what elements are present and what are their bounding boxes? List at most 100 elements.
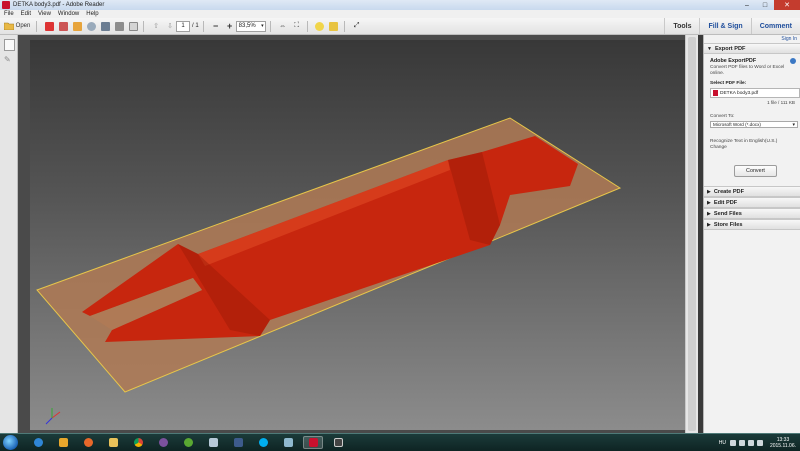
menu-help[interactable]: Help: [86, 11, 98, 17]
media-player-icon: [58, 438, 68, 447]
system-tray: HU 13:33 2015.11.06.: [719, 435, 796, 450]
flag-icon[interactable]: [756, 439, 763, 446]
language-indicator[interactable]: HU: [719, 440, 726, 446]
send-files-header[interactable]: ▶ Send Files: [704, 208, 800, 219]
highlighter-icon: [329, 21, 339, 31]
skype-icon: [258, 438, 268, 447]
close-button[interactable]: ✕: [774, 0, 800, 10]
window-controls: – □ ✕: [738, 0, 800, 10]
folder-icon: [108, 438, 118, 447]
edit-pdf-header[interactable]: ▶ Edit PDF: [704, 197, 800, 208]
taskbar-save-app[interactable]: [228, 436, 248, 449]
fit-width-icon: ⇔: [279, 22, 287, 30]
save-button[interactable]: [99, 20, 111, 32]
triangle-right-icon: ▶: [707, 210, 711, 217]
convert-button[interactable]: Convert: [734, 165, 777, 177]
vertical-scrollbar[interactable]: [685, 35, 698, 433]
document-page[interactable]: [30, 40, 685, 430]
store-files-header[interactable]: ▶ Store Files: [704, 219, 800, 230]
up-arrow-icon: ⇧: [153, 23, 159, 30]
down-arrow-icon: ⇩: [167, 23, 173, 30]
fit-width-button[interactable]: ⇔: [277, 20, 289, 32]
viber-icon: [158, 438, 168, 447]
combine-button[interactable]: [57, 20, 69, 32]
create-pdf-header[interactable]: ▶ Create PDF: [704, 186, 800, 197]
taskbar-camera[interactable]: [328, 436, 348, 449]
utorrent-icon: [183, 438, 193, 447]
toolbar-separator: [143, 20, 144, 32]
comment-tab[interactable]: Comment: [750, 18, 800, 34]
prev-page-button[interactable]: ⇧: [150, 20, 162, 32]
tools-tab[interactable]: Tools: [664, 18, 699, 34]
page-number-input[interactable]: 1: [176, 20, 190, 32]
menu-window[interactable]: Window: [58, 11, 79, 17]
export-pdf-header[interactable]: ▼ Export PDF: [704, 43, 800, 54]
taskbar-skype[interactable]: [253, 436, 273, 449]
app-icon: [208, 438, 218, 447]
minimize-button[interactable]: –: [738, 0, 756, 10]
internet-explorer-icon: [33, 438, 43, 447]
print-button[interactable]: [113, 20, 125, 32]
network-icon: [283, 438, 293, 447]
fit-page-button[interactable]: ⛶: [291, 20, 303, 32]
taskbar-network[interactable]: [278, 436, 298, 449]
zoom-value: 83,5%: [238, 23, 256, 29]
toolbar-separator: [269, 20, 271, 32]
triangle-down-icon: ▼: [707, 45, 712, 52]
maximize-button[interactable]: □: [756, 0, 774, 10]
taskbar-adobe-reader[interactable]: [303, 436, 323, 449]
taskbar-ie[interactable]: [28, 436, 48, 449]
menu-view[interactable]: View: [38, 11, 51, 17]
send-files-label: Send Files: [713, 210, 742, 217]
show-hidden-icon[interactable]: [729, 439, 736, 446]
toolbar-separator: [343, 20, 345, 32]
select-file-label: Select PDF File:: [710, 81, 747, 86]
zoom-in-button[interactable]: +: [224, 20, 236, 32]
cloud-button[interactable]: [85, 20, 97, 32]
pages-icon[interactable]: [4, 39, 15, 51]
taskbar-viber[interactable]: [153, 436, 173, 449]
taskbar-explorer[interactable]: [103, 436, 123, 449]
taskbar-firefox[interactable]: [78, 436, 98, 449]
create-pdf-button[interactable]: [43, 20, 55, 32]
taskbar-media-player[interactable]: [53, 436, 73, 449]
toolbar-separator: [36, 20, 37, 32]
highlight-button[interactable]: [328, 20, 340, 32]
sign-in-link[interactable]: Sign In: [781, 36, 797, 42]
export-service-title: Adobe ExportPDF: [710, 58, 757, 64]
printer-icon: [114, 21, 124, 31]
expand-button[interactable]: ⤢: [351, 20, 363, 32]
next-page-button[interactable]: ⇩: [164, 20, 176, 32]
clock[interactable]: 13:33 2015.11.06.: [770, 437, 796, 449]
store-files-label: Store Files: [713, 221, 743, 228]
taskbar-chrome[interactable]: [128, 436, 148, 449]
volume-icon[interactable]: [747, 439, 754, 446]
adobe-reader-icon: [2, 1, 10, 9]
convert-to-select[interactable]: Microsoft Word (*.docx) ▾: [710, 121, 798, 128]
zoom-out-button[interactable]: −: [210, 20, 222, 32]
recognize-text: Recognize Text in English(U.S.): [710, 139, 778, 144]
change-link[interactable]: Change: [710, 145, 727, 150]
taskbar-utorrent[interactable]: [178, 436, 198, 449]
cloud-icon: [86, 21, 96, 31]
selected-file[interactable]: DETKA body3.pdf: [710, 88, 800, 98]
fill-sign-tab[interactable]: Fill & Sign: [699, 18, 750, 34]
edit-pdf-label: Edit PDF: [713, 199, 738, 206]
chevron-down-icon: ▾: [792, 122, 795, 128]
document-area: [18, 35, 698, 433]
zoom-select[interactable]: 83,5% ▾: [235, 20, 266, 32]
menu-edit[interactable]: Edit: [21, 11, 31, 17]
edit-button[interactable]: [71, 20, 83, 32]
open-button[interactable]: Open: [2, 20, 32, 32]
comment-button[interactable]: [314, 20, 326, 32]
menu-file[interactable]: File: [4, 11, 14, 17]
taskbar-app[interactable]: [203, 436, 223, 449]
attachments-icon[interactable]: ✎: [4, 55, 13, 65]
network-tray-icon[interactable]: [738, 439, 745, 446]
triangle-right-icon: ▶: [707, 221, 711, 228]
3d-model-view[interactable]: [30, 40, 685, 430]
scrollbar-thumb[interactable]: [688, 37, 696, 431]
email-button[interactable]: [127, 20, 139, 32]
start-button[interactable]: [3, 435, 18, 450]
chrome-icon: [133, 438, 143, 447]
